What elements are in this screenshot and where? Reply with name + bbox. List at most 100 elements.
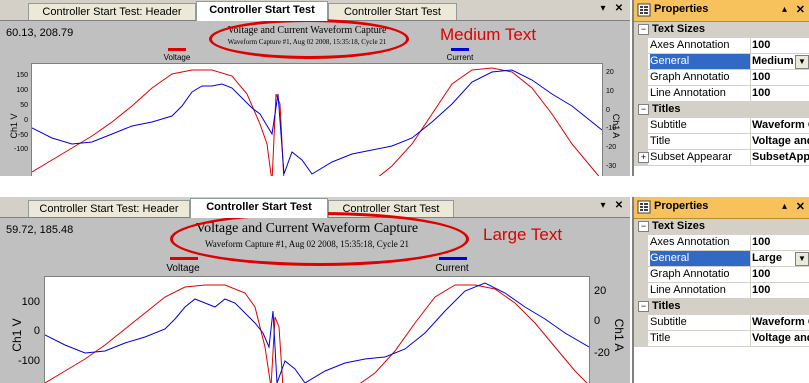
close-icon[interactable]: ✕: [796, 200, 805, 213]
property-value[interactable]: 100: [752, 267, 809, 282]
tab-list-dropdown-icon[interactable]: ▾: [597, 3, 609, 15]
pin-icon[interactable]: ▴: [782, 201, 787, 212]
legend-current-swatch: [451, 48, 469, 51]
property-row-graph-annotation[interactable]: Graph Annotatio 100: [634, 70, 809, 86]
left-tick: -100: [17, 355, 40, 367]
legend-current-swatch: [439, 257, 467, 260]
property-value[interactable]: SubsetAppea: [752, 150, 809, 165]
property-value[interactable]: Waveform Ca: [752, 315, 809, 330]
right-tick: 0: [606, 107, 610, 114]
legend-voltage-label: Voltage: [163, 53, 191, 62]
property-value[interactable]: Waveform Ca: [752, 118, 809, 133]
waveform-svg: [45, 282, 589, 383]
close-icon[interactable]: ✕: [613, 3, 625, 15]
left-tick: 50: [20, 102, 28, 109]
property-name: General: [650, 251, 751, 266]
category-text-sizes[interactable]: − Text Sizes: [634, 219, 809, 235]
property-name: Subset Appearar: [650, 150, 751, 165]
property-name: Subtitle: [650, 118, 751, 133]
chevron-down-icon[interactable]: ▼: [795, 55, 809, 69]
panel-large-text: Controller Start Test: Header Controller…: [0, 197, 809, 383]
left-tick: -50: [17, 132, 28, 139]
property-name: Graph Annotatio: [650, 70, 751, 85]
annotation-label: Medium Text: [440, 25, 537, 44]
properties-icon: [637, 3, 651, 17]
legend-current-label: Current: [435, 263, 469, 274]
property-grid: − Text Sizes Axes Annotation 100 General…: [634, 22, 809, 166]
property-row-general[interactable]: General Medium ▼: [634, 54, 809, 70]
property-row-subtitle[interactable]: Subtitle Waveform Ca: [634, 118, 809, 134]
left-tick: 0: [24, 117, 28, 124]
category-titles[interactable]: − Titles: [634, 299, 809, 315]
right-tick: -10: [606, 125, 617, 132]
legend-voltage-swatch: [168, 48, 186, 51]
chevron-down-icon[interactable]: ▼: [795, 252, 809, 266]
property-row-line-annotation[interactable]: Line Annotation 100: [634, 283, 809, 299]
property-value[interactable]: Voltage and: [752, 331, 809, 346]
property-value[interactable]: Voltage and: [752, 134, 809, 149]
property-row-axes-annotation[interactable]: Axes Annotation 100: [634, 38, 809, 54]
property-value[interactable]: 100: [752, 70, 809, 85]
waveform-svg: [32, 67, 602, 176]
left-tick: 100: [16, 87, 28, 94]
right-tick: -20: [606, 144, 617, 151]
right-tick: 20: [594, 285, 607, 297]
tab-controller-start-test-2[interactable]: Controller Start Test: [328, 3, 457, 20]
tab-strip: Controller Start Test: Header Controller…: [0, 0, 630, 21]
property-row-subtitle[interactable]: Subtitle Waveform Ca: [634, 315, 809, 331]
collapse-icon[interactable]: −: [638, 104, 649, 115]
tab-controller-start-test[interactable]: Controller Start Test: [190, 198, 328, 218]
pin-icon[interactable]: ▴: [782, 4, 787, 15]
right-tick: -20: [594, 347, 610, 359]
annotation-label: Large Text: [483, 225, 563, 244]
close-icon[interactable]: ✕: [613, 200, 625, 212]
category-text-sizes[interactable]: − Text Sizes: [634, 22, 809, 38]
left-tick: 100: [21, 296, 40, 308]
property-row-graph-annotation[interactable]: Graph Annotatio 100: [634, 267, 809, 283]
tab-header[interactable]: Controller Start Test: Header: [28, 3, 196, 20]
plot-area[interactable]: [31, 63, 603, 176]
tab-list-dropdown-icon[interactable]: ▾: [597, 200, 609, 212]
tab-header[interactable]: Controller Start Test: Header: [28, 200, 190, 217]
collapse-icon[interactable]: −: [638, 221, 649, 232]
category-label: Titles: [652, 103, 681, 115]
category-subset-appearance[interactable]: + Subset Appearar SubsetAppea: [634, 150, 809, 166]
property-name: Line Annotation: [650, 283, 751, 298]
legend-voltage-label: Voltage: [166, 263, 200, 274]
legend-current-label: Current: [446, 53, 474, 62]
property-row-title[interactable]: Title Voltage and: [634, 134, 809, 150]
property-value[interactable]: 100: [752, 235, 809, 250]
category-titles[interactable]: − Titles: [634, 102, 809, 118]
expand-icon[interactable]: +: [638, 152, 649, 163]
right-tick: 20: [606, 69, 614, 76]
property-row-line-annotation[interactable]: Line Annotation 100: [634, 86, 809, 102]
category-label: Text Sizes: [652, 23, 705, 35]
property-row-axes-annotation[interactable]: Axes Annotation 100: [634, 235, 809, 251]
property-value[interactable]: 100: [752, 86, 809, 101]
legend-voltage-swatch: [170, 257, 198, 260]
panel-medium-text: Controller Start Test: Header Controller…: [0, 0, 809, 176]
properties-panel: Properties ▴ ✕ − Text Sizes Axes Annotat…: [632, 0, 809, 176]
separator: [0, 176, 809, 197]
properties-header: Properties ▴ ✕: [634, 0, 809, 22]
property-row-general[interactable]: General Large ▼: [634, 251, 809, 267]
property-grid: − Text Sizes Axes Annotation 100 General…: [634, 219, 809, 347]
tab-strip: Controller Start Test: Header Controller…: [0, 197, 630, 218]
property-name: Line Annotation: [650, 86, 751, 101]
collapse-icon[interactable]: −: [638, 301, 649, 312]
plot-area[interactable]: [44, 276, 590, 383]
property-row-title[interactable]: Title Voltage and: [634, 331, 809, 347]
property-name: Graph Annotatio: [650, 267, 751, 282]
left-axis-label: Ch1 V: [9, 113, 19, 139]
property-name: Title: [650, 331, 751, 346]
right-tick: 0: [594, 315, 601, 327]
tab-controller-start-test[interactable]: Controller Start Test: [196, 1, 328, 21]
collapse-icon[interactable]: −: [638, 24, 649, 35]
current-trace: [32, 69, 602, 175]
close-icon[interactable]: ✕: [796, 3, 805, 16]
voltage-trace: [32, 67, 600, 176]
property-value[interactable]: 100: [752, 283, 809, 298]
tab-controller-start-test-2[interactable]: Controller Start Test: [328, 200, 454, 217]
properties-panel: Properties ▴ ✕ − Text Sizes Axes Annotat…: [632, 197, 809, 383]
property-value[interactable]: 100: [752, 38, 809, 53]
